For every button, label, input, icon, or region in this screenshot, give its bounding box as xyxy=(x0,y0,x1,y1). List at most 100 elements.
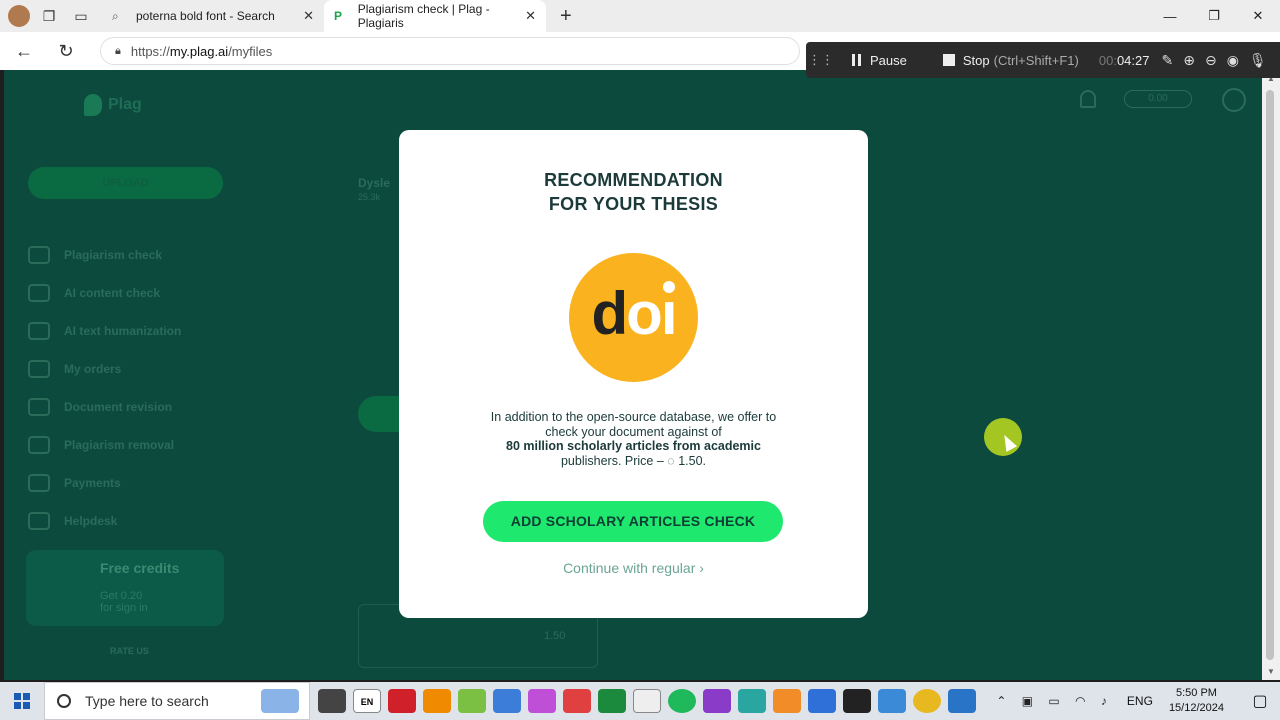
monitor-app-icon[interactable] xyxy=(878,689,906,713)
page-scrollbar[interactable]: ▲ ▼ xyxy=(1262,70,1280,680)
list-icon xyxy=(28,360,50,378)
credits-line1: Get 0.20 xyxy=(100,590,143,602)
sidebar-item-document-revision[interactable]: Document revision xyxy=(28,388,181,426)
search-highlight-icon xyxy=(261,689,299,713)
vlc-icon[interactable] xyxy=(423,689,451,713)
document-icon xyxy=(28,246,50,264)
plag-logo[interactable]: Plag xyxy=(84,94,142,116)
zoom-out-icon[interactable]: ⊖ xyxy=(1205,52,1217,69)
circle-app-icon[interactable] xyxy=(668,689,696,713)
close-tab-icon[interactable]: ✕ xyxy=(303,8,314,24)
stop-label: Stop xyxy=(962,52,990,68)
profile-avatar[interactable] xyxy=(8,5,30,27)
tab-actions-icon[interactable]: ▭ xyxy=(68,3,94,29)
add-scholarly-articles-button[interactable]: ADD SCHOLARY ARTICLES CHECK xyxy=(483,501,783,542)
file-meta: 25.3k xyxy=(358,192,381,202)
sidebar-item-label: AI content check xyxy=(64,286,161,300)
search-icon: ⌕ xyxy=(112,8,119,23)
workspaces-icon[interactable]: ❐ xyxy=(36,3,62,29)
screen-recorder-toolbar: ⋮⋮ Pause Stop (Ctrl+Shift+F1) 00:04:27 ✎ … xyxy=(806,42,1280,78)
balance-badge[interactable]: 0.00 xyxy=(1124,90,1192,108)
stop-button[interactable]: Stop (Ctrl+Shift+F1) xyxy=(942,52,1079,68)
search-placeholder: Type here to search xyxy=(85,693,209,709)
capcut-icon[interactable] xyxy=(843,689,871,713)
plag-logo-icon xyxy=(84,94,102,116)
reload-icon[interactable]: ↻ xyxy=(48,41,84,62)
bell-icon[interactable] xyxy=(1080,90,1096,108)
plag-logo-icon: P xyxy=(334,9,343,23)
eye-icon[interactable]: ◉ xyxy=(1227,52,1239,69)
anydesk-icon[interactable] xyxy=(388,689,416,713)
sigma-app-icon[interactable] xyxy=(808,689,836,713)
globe-icon[interactable] xyxy=(493,689,521,713)
sidebar-item-ai-text-humanization[interactable]: AI text humanization xyxy=(28,312,181,350)
copilot-icon[interactable] xyxy=(528,689,556,713)
sidebar-item-ai-content-check[interactable]: AI content check xyxy=(28,274,181,312)
continue-regular-link[interactable]: Continue with regular › xyxy=(399,560,868,576)
doi-logo: doı xyxy=(569,253,698,382)
close-tab-icon[interactable]: ✕ xyxy=(525,8,536,24)
drag-handle-icon[interactable]: ⋮⋮ xyxy=(806,52,836,68)
upload-button[interactable]: UPLOAD xyxy=(28,167,223,199)
davinci-icon[interactable] xyxy=(703,689,731,713)
sidebar-item-helpdesk[interactable]: Helpdesk xyxy=(28,502,181,540)
stop-hint: (Ctrl+Shift+F1) xyxy=(993,52,1079,68)
windows-taskbar: Type here to search EN ⌃ ▣ ▭ ◠ ♪ ENG 5:5… xyxy=(0,682,1280,720)
tab-plag[interactable]: P Plagiarism check | Plag - Plagiaris ✕ xyxy=(324,0,546,32)
modal-title-line1: RECOMMENDATION xyxy=(544,170,723,190)
document-app-icon[interactable] xyxy=(633,689,661,713)
url-prefix: https:// xyxy=(130,43,170,59)
language-indicator[interactable]: ENG xyxy=(1127,694,1153,708)
maximize-icon[interactable]: ❐ xyxy=(1192,0,1236,32)
logo-text: Plag xyxy=(108,96,142,113)
start-button[interactable] xyxy=(0,693,44,709)
photos-icon[interactable] xyxy=(948,689,976,713)
recommendation-modal: RECOMMENDATION FOR YOUR THESIS doı In ad… xyxy=(399,130,868,618)
pause-button[interactable]: Pause xyxy=(852,53,907,68)
zoom-in-icon[interactable]: ⊕ xyxy=(1183,52,1195,69)
scroll-down-icon[interactable]: ▼ xyxy=(1262,667,1280,676)
language-app-icon[interactable]: EN xyxy=(353,689,381,713)
sidebar-item-payments[interactable]: Payments xyxy=(28,464,181,502)
taskbar-search-input[interactable]: Type here to search xyxy=(44,682,310,720)
app-icon[interactable] xyxy=(458,689,486,713)
modal-title: RECOMMENDATION FOR YOUR THESIS xyxy=(399,168,868,216)
window-controls: — ❐ ✕ xyxy=(1148,0,1280,32)
notification-icon[interactable]: ▢ xyxy=(1240,691,1280,711)
new-tab-button[interactable]: + xyxy=(560,5,572,28)
utorrent-icon[interactable] xyxy=(598,689,626,713)
microphone-icon[interactable]: 🎙︎ xyxy=(1249,52,1267,69)
edge-icon[interactable] xyxy=(738,689,766,713)
sidebar-item-label: AI text humanization xyxy=(64,324,182,338)
timer-value: 04:27 xyxy=(1116,52,1150,68)
scroll-thumb[interactable] xyxy=(1266,90,1274,660)
helpdesk-icon xyxy=(28,512,50,530)
desc-part2: publishers. Price – xyxy=(560,453,664,468)
timer-dim: 00: xyxy=(1098,52,1117,68)
clock[interactable]: 5:50 PM 15/12/2024 xyxy=(1169,686,1224,716)
user-profile-icon[interactable] xyxy=(1222,88,1246,112)
task-view-icon[interactable] xyxy=(318,689,346,713)
sidebar-item-label: Plagiarism removal xyxy=(64,438,175,452)
tab-title: Plagiarism check | Plag - Plagiaris xyxy=(357,2,490,30)
sidebar-item-plagiarism-check[interactable]: Plagiarism check xyxy=(28,236,181,274)
close-window-icon[interactable]: ✕ xyxy=(1236,0,1280,32)
chart-app-icon[interactable] xyxy=(563,689,591,713)
tray-icons[interactable]: ⌃ ▣ ▭ ◠ ♪ xyxy=(996,694,1113,708)
blender-icon[interactable] xyxy=(773,689,801,713)
desc-bold: 80 million scholarly articles from acade… xyxy=(506,439,761,453)
recorder-tools: ✎ ⊕ ⊖ ◉ 🎙︎ xyxy=(1162,52,1267,69)
system-tray: ⌃ ▣ ▭ ◠ ♪ ENG 5:50 PM 15/12/2024 ▢ xyxy=(996,682,1280,720)
free-credits-card[interactable]: Free credits Get 0.20 for sign in xyxy=(26,550,224,626)
sidebar-item-my-orders[interactable]: My orders xyxy=(28,350,181,388)
rate-us-link[interactable]: RATE US xyxy=(110,646,149,656)
url-input[interactable]: 🔒︎ https://my.plag.ai/myfiles xyxy=(100,37,800,65)
chrome-icon[interactable] xyxy=(913,689,941,713)
pen-icon[interactable]: ✎ xyxy=(1162,52,1174,69)
back-icon[interactable]: ← xyxy=(6,41,42,62)
tab-search[interactable]: ⌕ poterna bold font - Search ✕ xyxy=(102,0,324,32)
minimize-icon[interactable]: — xyxy=(1148,0,1192,32)
lock-icon: 🔒︎ xyxy=(115,44,121,57)
sidebar-item-plagiarism-removal[interactable]: Plagiarism removal xyxy=(28,426,181,464)
pinned-apps: EN xyxy=(318,689,976,713)
